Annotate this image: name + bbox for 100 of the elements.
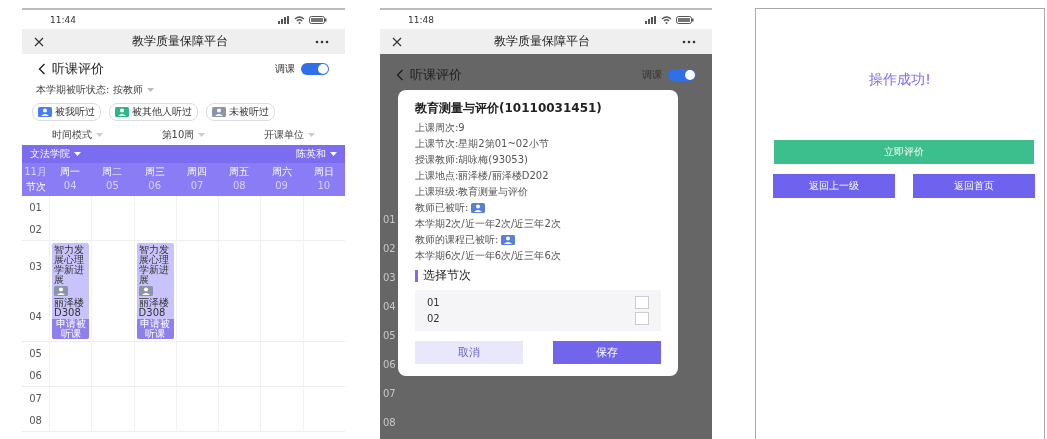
- period-number: 02: [29, 223, 42, 235]
- period-heading: 节次: [25, 180, 46, 194]
- course-detail: 上课节次:星期2第01~02小节: [415, 137, 550, 151]
- caret-icon: [74, 152, 81, 156]
- apply-button[interactable]: 申请被听课: [52, 319, 90, 339]
- heard-label: 教师已被听:: [415, 201, 469, 215]
- cancel-button[interactable]: 取消: [415, 341, 523, 364]
- checkbox[interactable]: [635, 296, 649, 309]
- battery-icon: [676, 15, 694, 24]
- signal-icon: [645, 15, 657, 24]
- period-number: 01: [29, 201, 42, 213]
- checkbox[interactable]: [635, 312, 649, 325]
- close-icon[interactable]: [34, 36, 44, 47]
- schedule-cell: [218, 196, 261, 241]
- period-option: 02: [427, 313, 440, 324]
- period-number: 08: [383, 417, 396, 429]
- toggle-switch[interactable]: [301, 63, 329, 75]
- page-title: 教学质量保障平台: [494, 33, 590, 50]
- course-card[interactable]: 智力发展心理学新进展 丽泽楼D308 申请被听课: [136, 243, 174, 339]
- nav-button[interactable]: 返回首页: [913, 174, 1035, 198]
- course-detail: 上课班级:教育测量与评价: [415, 185, 530, 199]
- date-label: 10: [317, 180, 331, 191]
- course-detail: 上课周次:9: [415, 121, 466, 135]
- period-number: 03: [383, 272, 396, 284]
- caret-icon: [308, 133, 316, 137]
- period-number: 06: [29, 369, 42, 381]
- period-number: 08: [29, 414, 42, 426]
- status-time: 11:48: [408, 14, 434, 25]
- evaluate-button[interactable]: 立即评价: [774, 140, 1034, 164]
- date-label: 05: [106, 180, 119, 191]
- filter-dropdown[interactable]: 时间模式: [51, 128, 103, 142]
- period-number: 06: [383, 359, 396, 371]
- schedule-cell: [302, 196, 345, 241]
- legend-chip: 被我听过: [32, 103, 101, 121]
- course-card[interactable]: 智力发展心理学新进展 丽泽楼D308 申请被听课: [52, 243, 90, 339]
- period-option: 01: [427, 297, 440, 308]
- screen-title: 听课评价: [410, 66, 462, 84]
- heard-label: 教师的课程已被听:: [415, 233, 499, 247]
- period-number: 02: [383, 243, 396, 255]
- wifi-icon: [661, 15, 672, 24]
- more-icon[interactable]: [315, 39, 329, 44]
- save-button[interactable]: 保存: [553, 341, 661, 364]
- day-label: 周三: [144, 165, 165, 179]
- heard-counts: 本学期2次/近一年2次/近三年2次: [415, 217, 562, 231]
- schedule-cell: [260, 196, 303, 241]
- person-icon: [501, 235, 516, 245]
- close-icon[interactable]: [392, 36, 402, 47]
- date-label: 07: [190, 180, 204, 191]
- more-icon[interactable]: [682, 39, 696, 44]
- person-icon: [212, 107, 226, 117]
- section-marker: [415, 269, 418, 282]
- course-room: 丽泽楼D308: [53, 297, 85, 318]
- toggle-switch[interactable]: [668, 69, 696, 81]
- signal-icon: [278, 15, 290, 24]
- date-label: 04: [63, 180, 77, 191]
- day-label: 周一: [60, 165, 81, 179]
- page-title: 教学质量保障平台: [131, 33, 228, 50]
- course-room: 丽泽楼D308: [137, 297, 170, 318]
- nav-button[interactable]: 返回上一级: [773, 174, 895, 198]
- period-number: 04: [29, 310, 42, 322]
- period-number: 05: [383, 330, 396, 342]
- bar-dropdown[interactable]: 陈英和: [296, 147, 337, 161]
- schedule-cell: [175, 196, 219, 241]
- period-number: 05: [29, 347, 42, 359]
- back-icon[interactable]: [38, 63, 46, 75]
- status-time: 11:44: [50, 14, 76, 25]
- day-label: 周四: [187, 165, 207, 179]
- person-icon: [138, 286, 153, 296]
- caret-icon: [95, 133, 103, 137]
- bar-dropdown[interactable]: 文法学院: [30, 147, 81, 161]
- course-detail: 上课地点:丽泽楼/丽泽楼D202: [415, 169, 550, 183]
- caret-icon: [198, 133, 206, 137]
- period-number: 07: [383, 388, 396, 400]
- filter-dropdown[interactable]: 开课单位: [264, 128, 316, 142]
- period-number: 04: [383, 301, 396, 313]
- schedule-cell: [91, 196, 134, 241]
- filter-dropdown[interactable]: 第10周: [161, 128, 206, 142]
- battery-icon: [309, 15, 327, 24]
- person-icon: [54, 286, 68, 296]
- period-number: 03: [29, 260, 42, 272]
- course-title: 教育测量与评价(10110031451): [415, 100, 603, 117]
- wifi-icon: [294, 15, 305, 24]
- legend-chip: 被其他人听过: [109, 103, 198, 121]
- date-label: 06: [148, 180, 162, 191]
- day-label: 周二: [102, 165, 123, 179]
- legend-chip: 未被听过: [206, 103, 275, 121]
- period-number: 07: [29, 392, 42, 404]
- success-message: 操作成功!: [868, 71, 932, 89]
- screen-title: 听课评价: [52, 60, 104, 78]
- day-label: 周日: [313, 165, 334, 179]
- period-number: 01: [383, 214, 396, 226]
- course-name: 智力发展心理学新进展: [53, 243, 85, 285]
- apply-button[interactable]: 申请被听课: [136, 319, 174, 339]
- person-icon: [115, 107, 129, 117]
- month-label: 11月: [24, 165, 47, 179]
- date-label: 09: [275, 180, 288, 191]
- caret-icon: [147, 88, 155, 92]
- status-dropdown[interactable]: 按教师: [113, 83, 155, 97]
- person-icon: [38, 107, 52, 117]
- toggle-label: 调课: [275, 62, 295, 76]
